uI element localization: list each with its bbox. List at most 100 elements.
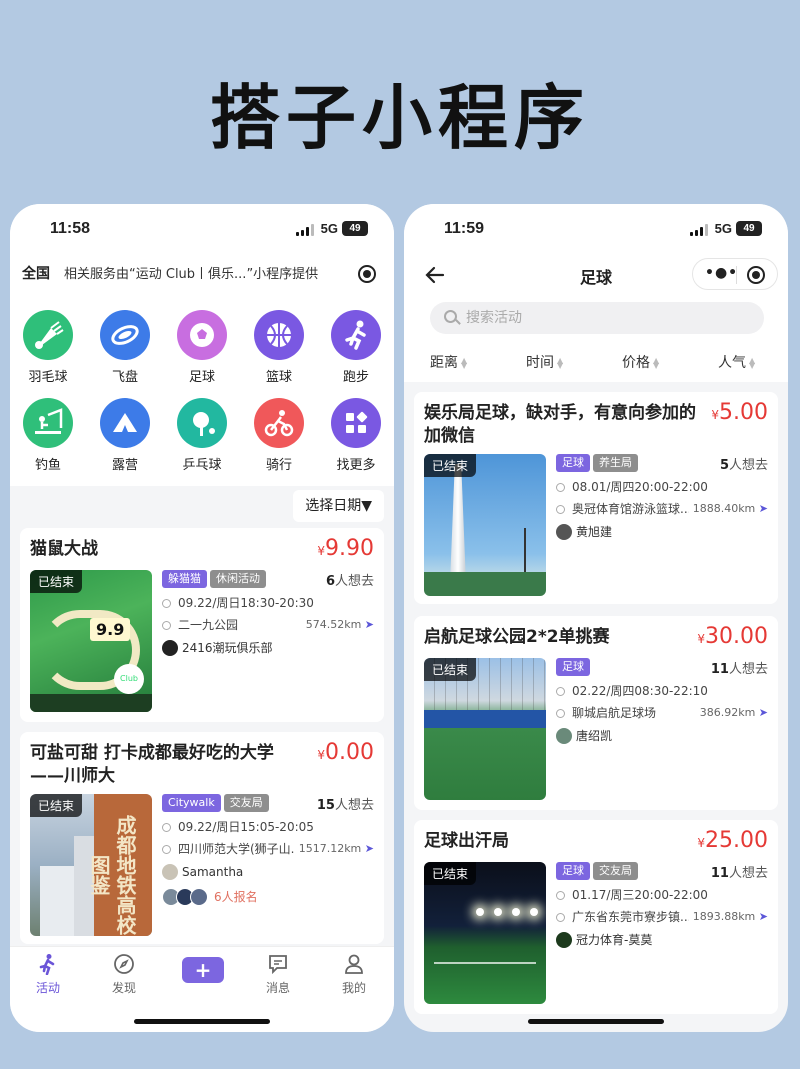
- close-target-icon[interactable]: [747, 266, 765, 284]
- category-label: 羽毛球: [28, 370, 68, 385]
- search-box[interactable]: [430, 302, 764, 334]
- tag: 足球: [556, 658, 590, 676]
- status-bar: 11:58 5G 49: [10, 204, 394, 254]
- tag: Citywalk: [162, 794, 221, 812]
- category-label: 露营: [111, 458, 138, 473]
- event-title: 猫鼠大战: [30, 539, 98, 559]
- sort-popularity[interactable]: 人气 ▲ ▼: [718, 352, 755, 372]
- tab-activity[interactable]: 活动: [10, 953, 86, 996]
- event-card[interactable]: 娱乐局足球，缺对手，有意向参加的加微信 ¥5.00 已结束 足球 养生局 5人想去…: [414, 392, 778, 604]
- event-thumbnail: 已结束: [424, 862, 546, 1004]
- tag: 交友局: [593, 862, 638, 880]
- tab-discover[interactable]: 发现: [86, 953, 162, 996]
- network-type: 5G: [320, 221, 338, 236]
- tab-label: 发现: [111, 981, 136, 995]
- tent-icon: [100, 398, 150, 448]
- event-distance: 1517.12km ➤: [294, 838, 374, 860]
- basketball-icon: [254, 310, 304, 360]
- navigate-arrow-icon: ➤: [364, 842, 374, 855]
- event-thumbnail: 9.9 Club 已结束: [30, 570, 152, 712]
- category-label: 飞盘: [111, 370, 138, 385]
- location-pin-icon: [162, 621, 171, 630]
- category-fishing[interactable]: 钓鱼: [14, 398, 82, 473]
- mini-program-capsule: •●•: [692, 258, 778, 290]
- service-notice[interactable]: 相关服务由“运动 Club丨俱乐...”小程序提供: [56, 260, 344, 290]
- want-count: 15人想去: [316, 798, 374, 813]
- sort-arrows-icon: ▲ ▼: [653, 356, 660, 370]
- event-place: 二一九公园 574.52km ➤: [162, 614, 374, 636]
- location-pin-icon: [556, 913, 565, 922]
- category-soccer[interactable]: 足球: [168, 310, 236, 385]
- category-frisbee[interactable]: 飞盘: [91, 310, 159, 385]
- message-icon: [267, 953, 289, 975]
- tag: 养生局: [593, 454, 638, 472]
- sort-time[interactable]: 时间 ▲ ▼: [526, 352, 563, 372]
- phone-activity-home: 11:58 5G 49 全国 相关服务由“运动 Club丨俱乐...”小程序提供…: [10, 204, 394, 1032]
- sort-arrows-icon: ▲ ▼: [557, 356, 564, 370]
- category-running[interactable]: 跑步: [322, 310, 390, 385]
- clock-icon: [556, 483, 565, 492]
- organizer: 黄旭建: [556, 520, 768, 544]
- category-more[interactable]: 找更多: [322, 398, 390, 473]
- want-count: 5人想去: [719, 458, 768, 473]
- sort-arrows-icon: ▲ ▼: [461, 356, 468, 370]
- event-place: 奥冠体育馆游泳篮球... 1888.40km ➤: [556, 498, 768, 520]
- category-camping[interactable]: 露营: [91, 398, 159, 473]
- sort-price[interactable]: 价格 ▲ ▼: [622, 352, 659, 372]
- category-label: 找更多: [336, 458, 376, 473]
- nav-bar: 足球 •●•: [404, 254, 788, 298]
- event-time: 02.22/周四08:30-22:10: [556, 680, 768, 702]
- cycling-icon: [254, 398, 304, 448]
- ended-badge: 已结束: [30, 570, 83, 593]
- clock-icon: [162, 823, 171, 832]
- search-input[interactable]: [466, 302, 666, 334]
- category-label: 足球: [188, 370, 215, 385]
- want-count: 6人想去: [325, 574, 374, 589]
- event-card[interactable]: 猫鼠大战 ¥9.90 9.9 Club 已结束 躲猫猫 休闲活动 6人想去 09.…: [20, 528, 384, 722]
- ping-pong-icon: [177, 398, 227, 448]
- category-ping-pong[interactable]: 乒乓球: [168, 398, 236, 473]
- category-label: 跑步: [342, 370, 369, 385]
- close-target-icon[interactable]: [358, 265, 376, 283]
- event-time: 09.22/周日15:05-20:05: [162, 816, 374, 838]
- sort-distance[interactable]: 距离 ▲ ▼: [430, 352, 467, 372]
- home-indicator: [134, 1019, 270, 1024]
- tag: 躲猫猫: [162, 570, 207, 588]
- event-distance: 386.92km ➤: [695, 702, 768, 724]
- battery-icon: 49: [342, 221, 368, 236]
- compass-icon: [113, 953, 135, 975]
- want-count: 11人想去: [710, 662, 768, 677]
- location-pin-icon: [162, 845, 171, 854]
- event-card[interactable]: 足球出汗局 ¥25.00 已结束 足球 交友局 11人想去 01.17/周三20:…: [414, 820, 778, 1014]
- ended-badge: 已结束: [424, 454, 477, 477]
- event-price: ¥5.00: [711, 400, 768, 425]
- tab-profile[interactable]: 我的: [316, 953, 392, 996]
- event-card[interactable]: 可盐可甜 打卡成都最好吃的大学——川师大 ¥0.00 成都地铁高校图鉴 已结束 …: [20, 732, 384, 944]
- create-activity-button[interactable]: +: [182, 957, 224, 983]
- date-filter-button[interactable]: 选择日期▼: [293, 490, 384, 522]
- grid-more-icon: [331, 398, 381, 448]
- event-title: 启航足球公园2*2单挑赛: [424, 627, 610, 647]
- category-cycling[interactable]: 骑行: [245, 398, 313, 473]
- tab-messages[interactable]: 消息: [240, 953, 316, 996]
- navigate-arrow-icon: ➤: [758, 706, 768, 719]
- organizer: 冠力体育-莫莫: [556, 928, 768, 952]
- region-selector[interactable]: 全国: [22, 263, 50, 283]
- event-distance: 574.52km ➤: [301, 614, 374, 636]
- date-filter-row: 选择日期▼: [10, 486, 394, 526]
- mini-program-topbar: 全国 相关服务由“运动 Club丨俱乐...”小程序提供: [10, 254, 394, 298]
- want-count: 11人想去: [710, 866, 768, 881]
- badminton-icon: [23, 310, 73, 360]
- event-card[interactable]: 启航足球公园2*2单挑赛 ¥30.00 已结束 足球 11人想去 02.22/周…: [414, 616, 778, 810]
- category-badminton[interactable]: 羽毛球: [14, 310, 82, 385]
- signup-count: 6人报名: [162, 884, 374, 910]
- battery-icon: 49: [736, 221, 762, 236]
- avatar: [162, 864, 178, 880]
- avatar: [556, 524, 572, 540]
- clock-icon: [556, 687, 565, 696]
- tag: 足球: [556, 454, 590, 472]
- category-basketball[interactable]: 篮球: [245, 310, 313, 385]
- sort-bar: 距离 ▲ ▼ 时间 ▲ ▼ 价格 ▲ ▼ 人气 ▲ ▼: [404, 344, 788, 382]
- more-dots-icon[interactable]: •●•: [705, 265, 738, 281]
- event-title: 娱乐局足球，缺对手，有意向参加的加微信: [424, 403, 696, 446]
